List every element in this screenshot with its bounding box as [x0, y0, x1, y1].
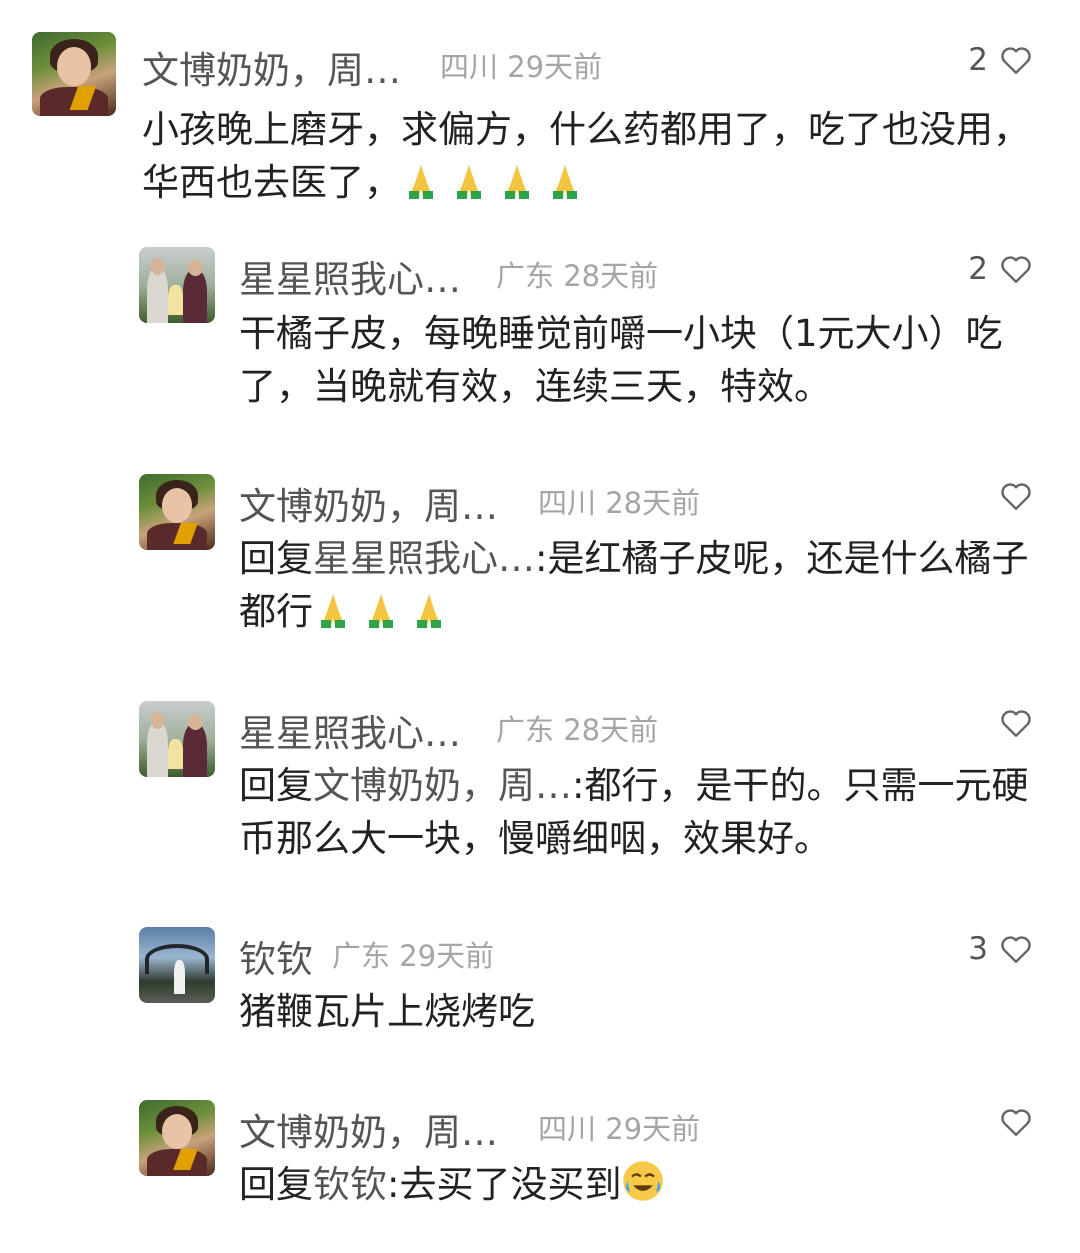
comment-text: 回复文博奶奶，周…:都行，是干的。只需一元硬币那么大一块，慢嚼细咽，效果好。: [239, 764, 1029, 860]
like-count: 3: [968, 931, 988, 967]
heart-icon: [1001, 1109, 1031, 1136]
like-button[interactable]: 2: [968, 251, 1034, 287]
reply-item[interactable]: 文博奶奶，周… 四川 29天前 回复钦钦:去买了没买到: [0, 1100, 1080, 1230]
heart-icon: [1001, 483, 1031, 510]
reply-item[interactable]: 钦钦 广东 29天前 3 猪鞭瓦片上烧烤吃: [0, 927, 1080, 1047]
comment-text: 回复钦钦:去买了没买到: [239, 1158, 1054, 1211]
username[interactable]: 星星照我心…: [239, 249, 461, 303]
avatar[interactable]: [139, 927, 215, 1003]
comment-meta: 广东 28天前: [496, 713, 659, 747]
avatar[interactable]: [139, 701, 215, 777]
emoji-row: [401, 161, 593, 204]
heart-icon: [1001, 256, 1031, 283]
avatar[interactable]: [139, 1100, 215, 1176]
folded-hands-emoji: [369, 594, 393, 628]
like-count: 2: [968, 42, 988, 78]
folded-hands-emoji: [321, 594, 345, 628]
reply-item[interactable]: 星星照我心… 广东 28天前 回复文博奶奶，周…:都行，是干的。只需一元硬币那么…: [0, 701, 1080, 871]
reply-mention[interactable]: 星星照我心…: [313, 537, 535, 580]
folded-hands-emoji: [553, 165, 577, 199]
like-button[interactable]: 2: [968, 42, 1034, 78]
reply-mention[interactable]: 钦钦: [313, 1163, 387, 1206]
heart-icon: [1001, 936, 1031, 963]
avatar[interactable]: [139, 247, 215, 323]
heart-icon: [1001, 710, 1031, 737]
username[interactable]: 星星照我心…: [239, 703, 461, 757]
comment-text: 猪鞭瓦片上烧烤吃: [239, 990, 535, 1033]
comment-meta: 四川 28天前: [538, 486, 701, 520]
username[interactable]: 钦钦: [239, 929, 313, 983]
emoji-row: [313, 590, 457, 633]
folded-hands-emoji: [409, 165, 433, 199]
folded-hands-emoji: [457, 165, 481, 199]
reply-item[interactable]: 星星照我心… 广东 28天前 2 干橘子皮，每晚睡觉前嚼一小块（1元大小）吃了，…: [0, 247, 1080, 422]
like-button[interactable]: [998, 705, 1034, 741]
comment-item[interactable]: 文博奶奶，周… 四川 29天前 2 小孩晚上磨牙，求偏方，什么药都用了，吃了也没…: [0, 32, 1080, 212]
username[interactable]: 文博奶奶，周…: [239, 476, 498, 530]
avatar[interactable]: [139, 474, 215, 550]
heart-icon: [1001, 47, 1031, 74]
folded-hands-emoji: [505, 165, 529, 199]
reply-item[interactable]: 文博奶奶，周… 四川 28天前 回复星星照我心…:是红橘子皮呢，还是什么橘子都行: [0, 474, 1080, 654]
reply-mention[interactable]: 文博奶奶，周…: [313, 764, 572, 807]
comment-text: 回复星星照我心…:是红橘子皮呢，还是什么橘子都行: [239, 537, 1029, 633]
laughing-crying-emoji: [623, 1161, 664, 1201]
like-button[interactable]: 3: [968, 931, 1034, 967]
like-button[interactable]: [998, 1104, 1034, 1140]
username[interactable]: 文博奶奶，周…: [239, 1102, 498, 1156]
comment-meta: 广东 29天前: [332, 939, 495, 973]
comment-meta: 四川 29天前: [538, 1112, 701, 1146]
folded-hands-emoji: [417, 594, 441, 628]
comment-meta: 四川 29天前: [440, 50, 603, 84]
like-button[interactable]: [998, 478, 1034, 514]
comment-text: 干橘子皮，每晚睡觉前嚼一小块（1元大小）吃了，当晚就有效，连续三天，特效。: [239, 312, 1003, 408]
comment-text: 小孩晚上磨牙，求偏方，什么药都用了，吃了也没用，华西也去医了，: [142, 108, 1030, 204]
like-count: 2: [968, 251, 988, 287]
username[interactable]: 文博奶奶，周…: [142, 40, 401, 94]
avatar[interactable]: [32, 32, 116, 116]
comment-meta: 广东 28天前: [496, 259, 659, 293]
